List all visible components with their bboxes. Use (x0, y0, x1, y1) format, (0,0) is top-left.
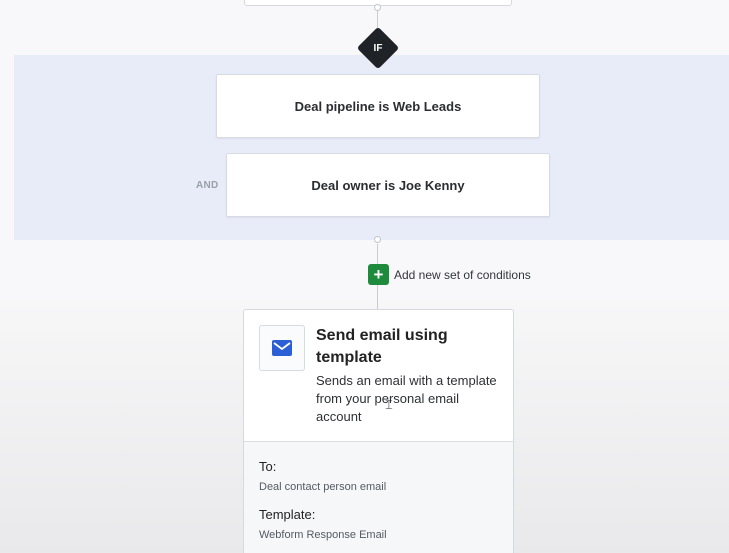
condition-text: Deal owner is Joe Kenny (311, 177, 465, 193)
and-connector-label: AND (196, 180, 219, 191)
if-label: IF (373, 42, 383, 54)
action-description: Sends an email with a template from your… (316, 373, 497, 424)
action-card-send-email[interactable]: Send email using template Sends an email… (243, 309, 514, 553)
field-label-to: To: (259, 459, 277, 474)
field-value-template: Webform Response Email (259, 529, 387, 541)
action-details: To: Deal contact person email Template: … (244, 442, 513, 553)
connector-dot (374, 4, 381, 11)
condition-card-owner[interactable]: Deal owner is Joe Kenny (226, 153, 550, 217)
action-title: Send email using template (316, 327, 448, 366)
connector-line (377, 285, 378, 309)
action-icon-tile (259, 325, 305, 371)
condition-text: Deal pipeline is Web Leads (294, 98, 462, 114)
field-value-to: Deal contact person email (259, 481, 387, 493)
condition-card-pipeline[interactable]: Deal pipeline is Web Leads (216, 74, 540, 138)
add-conditions-label[interactable]: Add new set of conditions (394, 268, 531, 282)
action-card-header: Send email using template Sends an email… (244, 310, 513, 441)
connector-line (377, 244, 378, 264)
field-label-template: Template: (259, 507, 316, 522)
connector-dot (374, 236, 381, 243)
envelope-icon (272, 340, 292, 356)
text-cursor-icon: ⌶ (385, 397, 393, 412)
add-conditions-button[interactable]: + (368, 264, 389, 285)
